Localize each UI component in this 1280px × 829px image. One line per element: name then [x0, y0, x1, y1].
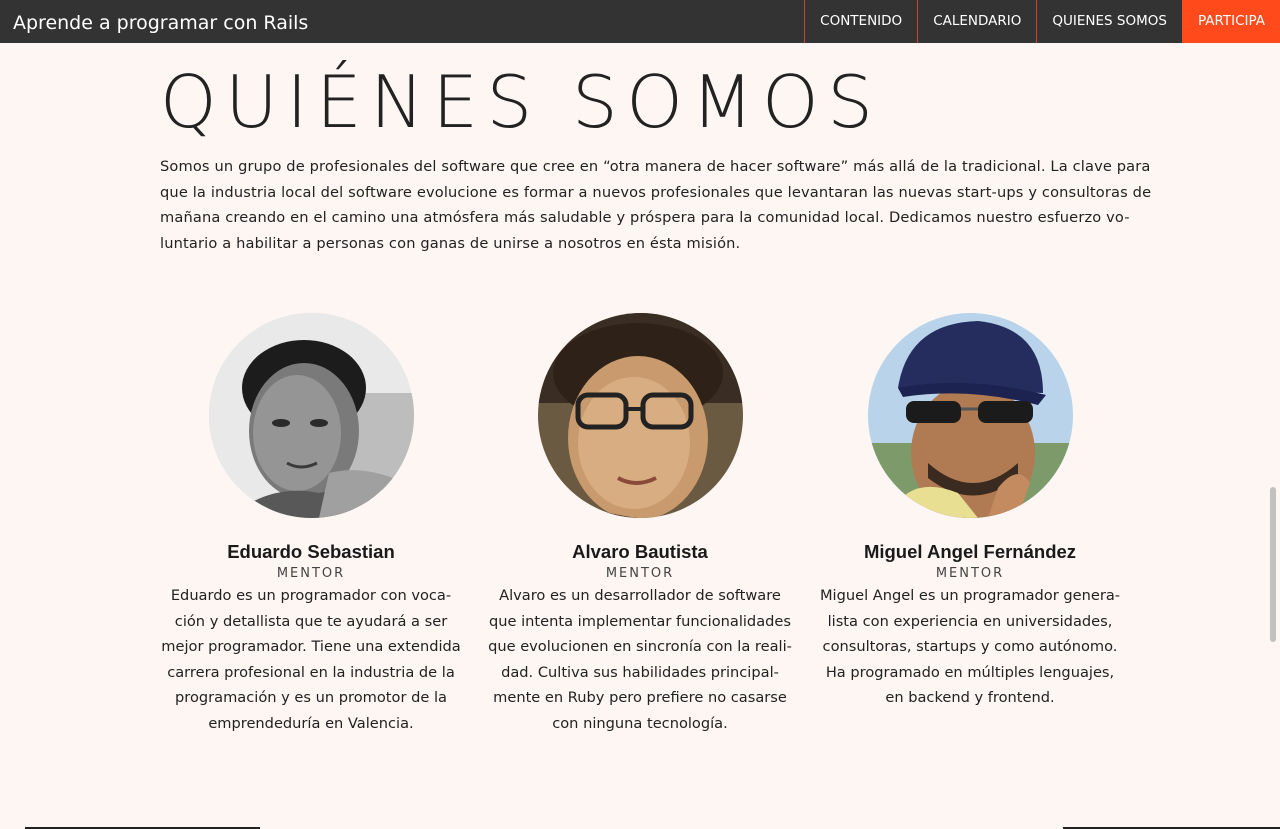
bio-line: dad. Cultiva sus habilidades principal-	[501, 663, 779, 681]
team-member-card: Alvaro Bautista MENTOR Alvaro es un desa…	[485, 313, 795, 736]
bio-line: con ninguna tecnología.	[552, 714, 728, 732]
portrait-photo-icon	[208, 313, 414, 518]
member-bio: Alvaro es un desarrollador de software q…	[485, 583, 795, 736]
member-name: Miguel Angel Fernández	[863, 541, 1077, 562]
intro-line: que la industria local del software evol…	[160, 183, 1152, 201]
nav-item-quienes-somos[interactable]: QUIENES SOMOS	[1036, 0, 1182, 43]
member-bio: Eduardo es un programador con voca- ción…	[156, 583, 466, 736]
member-role: MENTOR	[605, 566, 675, 581]
bio-line: consultoras, startups y como autónomo.	[822, 638, 1118, 655]
bio-line: que intenta implementar funcionalidades	[488, 612, 791, 630]
bio-line: programación y es un promotor de la	[175, 689, 447, 706]
portrait-photo-icon	[537, 313, 743, 518]
intro-line: Somos un grupo de profesionales del soft…	[160, 158, 1151, 175]
bio-line: Ha programado en múltiples lenguajes,	[825, 663, 1115, 681]
intro-line: mañana creando en el camino una atmósfer…	[160, 209, 1130, 227]
main-nav: CONTENIDO CALENDARIO QUIENES SOMOS PARTI…	[804, 0, 1280, 43]
bio-line: mejor programador. Tiene una extendida	[161, 638, 461, 655]
bio-line: lista con experiencia en universidades,	[827, 612, 1113, 630]
member-role: MENTOR	[276, 566, 346, 581]
bio-line: que evolucionen en sincronía con la real…	[488, 638, 792, 655]
bio-line: mente en Ruby pero prefiere no casarse	[493, 689, 787, 706]
member-name: Alvaro Bautista	[572, 541, 708, 562]
intro-line: luntario a habilitar a personas con gana…	[160, 235, 741, 253]
page-scrollbar[interactable]	[1270, 487, 1276, 642]
team-member-card: Eduardo Sebastian MENTOR Eduardo es un p…	[156, 313, 466, 736]
bio-line: emprendeduría en Valencia.	[208, 714, 414, 732]
bio-line: carrera profesional en la industria de l…	[167, 663, 455, 681]
team-member-card: Miguel Angel Fernández MENTOR Miguel Ang…	[815, 313, 1125, 711]
member-photo	[537, 313, 743, 518]
nav-item-calendario[interactable]: CALENDARIO	[917, 0, 1036, 43]
member-name: Eduardo Sebastian	[227, 541, 395, 562]
intro-paragraph: Somos un grupo de profesionales del soft…	[160, 154, 1152, 257]
member-photo	[867, 313, 1073, 518]
page-title: QUIÉNES SOMOS	[160, 60, 882, 144]
bio-line: ción y detallista que te ayudará a ser	[174, 612, 448, 630]
bio-line: Eduardo es un programador con voca-	[170, 587, 452, 604]
nav-item-contenido[interactable]: CONTENIDO	[804, 0, 917, 43]
member-photo	[208, 313, 414, 518]
portrait-photo-icon	[867, 313, 1073, 518]
site-brand-link[interactable]: Aprende a programar con Rails	[13, 0, 308, 43]
top-navbar: Aprende a programar con Rails CONTENIDO …	[0, 0, 1280, 43]
bio-line: Alvaro es un desarrollador de software	[499, 587, 781, 604]
nav-item-participa[interactable]: PARTICIPA	[1181, 0, 1280, 43]
bio-line: en backend y frontend.	[885, 689, 1055, 706]
member-role: MENTOR	[935, 566, 1005, 581]
bio-line: Miguel Angel es un programador genera-	[819, 587, 1121, 604]
member-bio: Miguel Angel es un programador genera- l…	[815, 583, 1125, 711]
